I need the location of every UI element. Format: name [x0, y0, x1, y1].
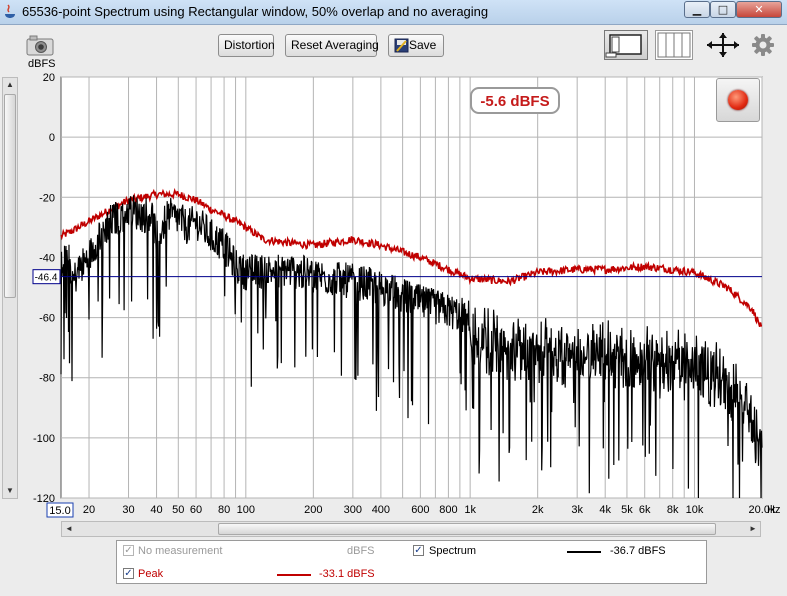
x-tick-label: 1k [464, 504, 476, 516]
x-tick-label: 400 [372, 504, 390, 516]
x-tick-label: 50 [172, 504, 184, 516]
save-button[interactable]: Save [388, 34, 444, 57]
layout-view-icon [605, 34, 642, 58]
horizontal-scroll-thumb[interactable] [218, 523, 716, 535]
x-tick-label: 5k [621, 504, 633, 516]
y-tick-label: 20 [43, 72, 55, 84]
x-tick-label: 6k [639, 504, 651, 516]
camera-icon[interactable] [26, 34, 54, 56]
spectrum-line-swatch [567, 551, 601, 553]
x-tick-label: 40 [150, 504, 162, 516]
settings-gear-icon[interactable] [751, 33, 775, 57]
x-tick-label: 600 [411, 504, 429, 516]
layout-view-button[interactable] [604, 30, 648, 60]
peak-checkbox[interactable]: ✓ [123, 568, 134, 579]
scroll-left-arrow-icon[interactable]: ◄ [62, 522, 76, 536]
window-title: 65536-point Spectrum using Rectangular w… [22, 4, 489, 19]
maximize-button[interactable]: □ [710, 1, 736, 18]
horizontal-scrollbar[interactable]: ◄ ► [61, 521, 761, 537]
x-tick-label: 300 [344, 504, 362, 516]
x-tick-label: 3k [571, 504, 583, 516]
bars-view-icon [657, 32, 691, 58]
x-axis-unit-label: Hz [767, 504, 780, 516]
x-start-readout: 15.0 [49, 505, 70, 517]
x-tick-label: 30 [122, 504, 134, 516]
y-tick-label: -80 [39, 373, 55, 385]
x-tick-label: 2k [532, 504, 544, 516]
x-tick-label: 100 [237, 504, 255, 516]
x-tick-label: 200 [304, 504, 322, 516]
legend-panel: ✓ No measurement dBFS ✓ Spectrum -36.7 d… [116, 540, 707, 584]
peak-level-badge: -5.6 dBFS [470, 87, 560, 114]
x-tick-label: 80 [218, 504, 230, 516]
x-tick-label: 10k [686, 504, 704, 516]
spectrum-chart[interactable]: 200-20-40-60-80-100-120 20 30 40 50 60 80 100 2… [0, 60, 787, 522]
title-bar: 65536-point Spectrum using Rectangular w… [0, 0, 787, 25]
peak-label: Peak [138, 568, 164, 580]
x-tick-label: 4k [599, 504, 611, 516]
no-measurement-checkbox[interactable]: ✓ [123, 545, 134, 556]
level-cursor-readout: -46.4 [35, 273, 58, 284]
record-button[interactable] [716, 78, 760, 122]
save-button-label: Save [409, 38, 437, 52]
y-tick-label: -20 [39, 192, 55, 204]
spectrum-value: -36.7 dBFS [610, 545, 666, 557]
no-measurement-unit: dBFS [347, 545, 375, 557]
y-tick-label: 0 [49, 132, 55, 144]
x-tick-label: 800 [439, 504, 457, 516]
x-tick-label: 8k [667, 504, 679, 516]
zoom-arrows-icon [707, 33, 739, 57]
save-icon [394, 38, 409, 53]
zoom-arrows-button[interactable] [703, 30, 743, 60]
y-tick-labels: 200-20-40-60-80-100-120 [33, 72, 55, 505]
minimize-button[interactable]: ▁ [684, 1, 710, 18]
record-icon [728, 90, 748, 110]
spectrum-checkbox[interactable]: ✓ [413, 545, 424, 556]
y-tick-label: -100 [33, 433, 55, 445]
java-app-icon [5, 4, 15, 18]
spectrum-label: Spectrum [429, 545, 477, 557]
reset-averaging-button[interactable]: Reset Averaging [285, 34, 379, 57]
y-tick-label: -40 [39, 252, 55, 264]
no-measurement-label: No measurement [138, 545, 223, 557]
y-tick-label: -60 [39, 313, 55, 325]
x-tick-label: 20 [83, 504, 95, 516]
scroll-right-arrow-icon[interactable]: ► [746, 522, 760, 536]
peak-value: -33.1 dBFS [319, 568, 375, 580]
close-button[interactable]: ✕ [736, 1, 782, 18]
x-tick-label: 60 [190, 504, 202, 516]
peak-line-swatch [277, 574, 311, 576]
distortion-button[interactable]: Distortion [218, 34, 275, 57]
x-tick-labels: 20 30 40 50 60 80 100 200 300 400 600 800 1k 2k 3k 4k 5k… [46, 502, 780, 518]
bars-view-button[interactable] [655, 30, 693, 60]
